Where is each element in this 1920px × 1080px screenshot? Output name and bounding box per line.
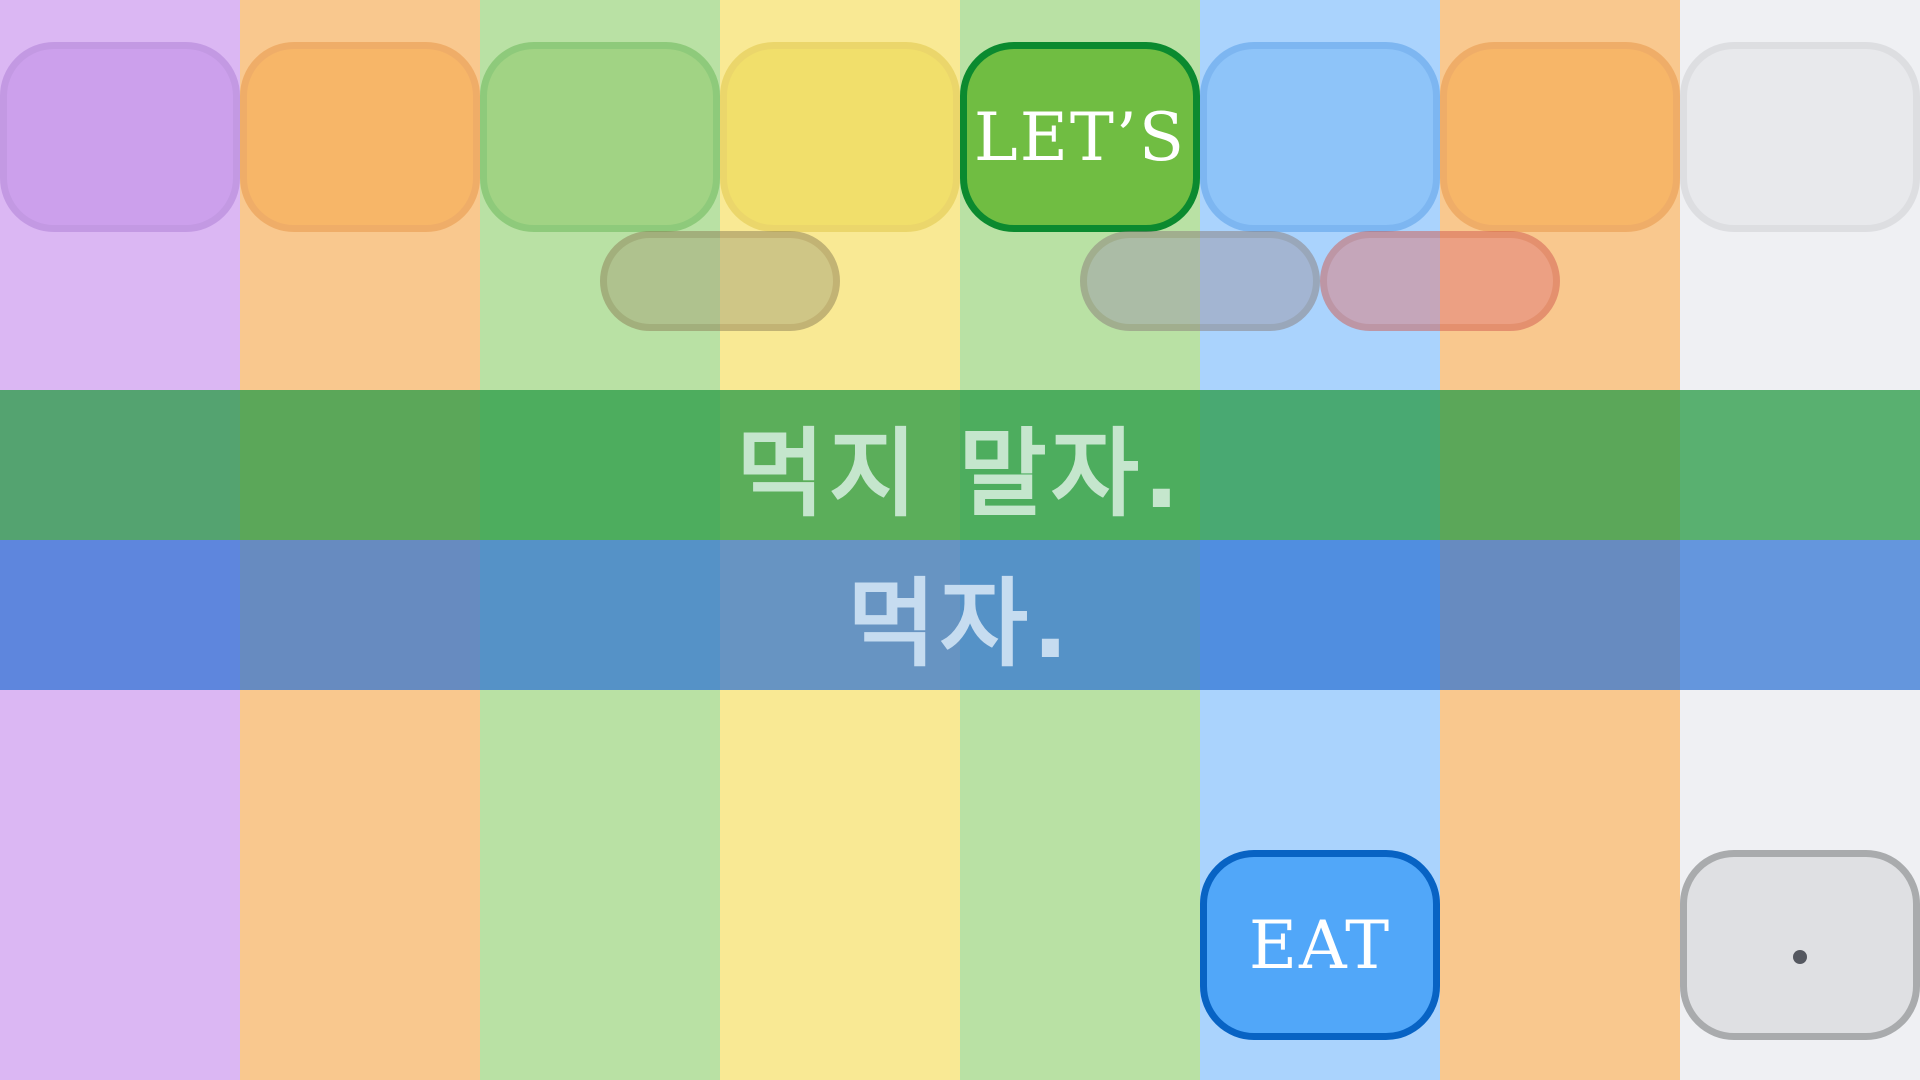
ghost-tile-blue[interactable]	[1200, 42, 1440, 232]
ghost-tile-orange[interactable]	[240, 42, 480, 232]
word-tile-eat[interactable]: EAT	[1200, 850, 1440, 1040]
connector-pill	[1080, 231, 1320, 331]
connector-pill	[1320, 231, 1560, 331]
period-dot	[1793, 950, 1807, 964]
word-tile-lets-label: LET’S	[973, 98, 1187, 176]
sentence-band-top: 먹지 말자.	[0, 390, 1920, 540]
sentence-band-bottom: 먹자.	[0, 540, 1920, 690]
ghost-tile-yellow[interactable]	[720, 42, 960, 232]
ghost-tile-green[interactable]	[480, 42, 720, 232]
ghost-tile-orange[interactable]	[1440, 42, 1680, 232]
word-tile-lets[interactable]: LET’S	[960, 42, 1200, 232]
sentence-text-bottom: 먹자.	[847, 567, 1073, 680]
connector-pill	[600, 231, 840, 331]
ghost-tile-purple[interactable]	[0, 42, 240, 232]
ghost-tile-gray[interactable]	[1680, 42, 1920, 232]
word-tile-eat-label: EAT	[1248, 906, 1392, 984]
word-tile-period[interactable]	[1680, 850, 1920, 1040]
game-board: LET’S 먹지 말자. 먹자. EAT	[0, 0, 1920, 1080]
sentence-text-top: 먹지 말자.	[736, 417, 1184, 530]
